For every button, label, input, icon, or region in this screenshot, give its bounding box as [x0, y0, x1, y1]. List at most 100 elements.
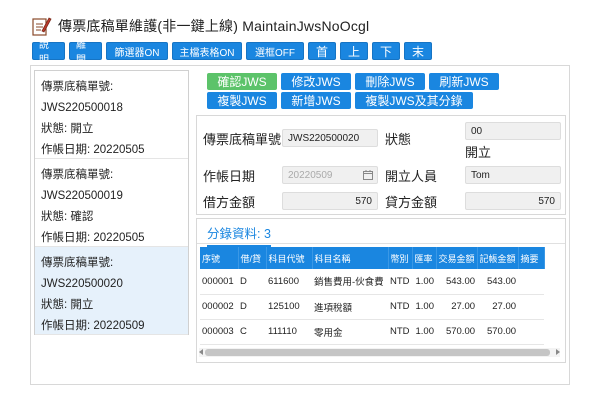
cell-dc: C	[238, 319, 266, 345]
cell-trade-amount: 570.00	[436, 319, 478, 345]
status-field-group: 00 開立	[465, 122, 561, 162]
scrollbar-thumb[interactable]	[205, 349, 550, 356]
edit-jws-button[interactable]: 修改JWS	[281, 73, 351, 90]
record-status: 狀態: 確認	[41, 211, 94, 223]
cell-book-amount: 570.00	[477, 319, 519, 345]
confirm-jws-button[interactable]: 確認JWS	[207, 73, 277, 90]
col-header-book-amount[interactable]: 記帳金額	[477, 247, 519, 269]
copy-jws-button[interactable]: 複製JWS	[207, 92, 277, 109]
post-date-value: 20220509	[288, 169, 333, 181]
creator-label: 開立人員	[385, 169, 438, 184]
next-record-button[interactable]: 下	[372, 42, 400, 60]
page-title: 傳票底稿單維護(非一鍵上線) MaintainJwsNoOcgl	[58, 18, 370, 34]
status-text: 開立	[465, 145, 492, 160]
record-no-label: 傳票底稿單號:	[41, 169, 114, 181]
table-row[interactable]: 000002 D 125100 進項稅額 NTD 1.00 27.00 27.0…	[200, 294, 545, 320]
last-record-button[interactable]: 末	[404, 42, 432, 60]
detail-panel: 分錄資料: 3 序號 借/貸 科目代號 科目名稱 幣別 匯率 交易金額 記帳金額…	[196, 218, 566, 363]
voucher-no-label: 傳票底稿單號	[203, 132, 282, 147]
entries-grid[interactable]: 序號 借/貸 科目代號 科目名稱 幣別 匯率 交易金額 記帳金額 摘要 0000…	[200, 247, 553, 358]
col-header-memo[interactable]: 摘要	[518, 247, 545, 269]
cell-currency: NTD	[388, 294, 412, 320]
debit-amount-field[interactable]: 570	[282, 192, 378, 210]
cell-rate: 1.00	[412, 294, 436, 320]
cell-memo	[518, 294, 545, 320]
cell-currency: NTD	[388, 269, 412, 295]
col-header-currency[interactable]: 幣別	[388, 247, 413, 269]
cell-book-amount: 543.00	[477, 269, 519, 295]
cell-dc: D	[238, 294, 266, 320]
cell-account-code: 611600	[266, 269, 312, 295]
record-no: JWS220500019	[41, 190, 123, 202]
cell-account-name: 進項稅額	[312, 294, 388, 320]
cell-trade-amount: 27.00	[436, 294, 478, 320]
record-item[interactable]: 傳票底稿單號: JWS220500019 狀態: 確認 作帳日期: 202205…	[35, 159, 188, 247]
col-header-account-name[interactable]: 科目名稱	[312, 247, 389, 269]
record-list[interactable]: 傳票底稿單號: JWS220500018 狀態: 開立 作帳日期: 202205…	[34, 70, 189, 335]
help-button[interactable]: 說明	[32, 40, 65, 66]
record-no: JWS220500018	[41, 102, 123, 114]
entries-table: 序號 借/貸 科目代號 科目名稱 幣別 匯率 交易金額 記帳金額 摘要 0000…	[200, 247, 545, 345]
scroll-left-icon[interactable]	[199, 349, 203, 355]
post-date-field[interactable]: 20220509	[282, 166, 378, 184]
table-row[interactable]: 000001 D 611600 銷售費用-伙食費 NTD 1.00 543.00…	[200, 269, 545, 295]
first-record-button[interactable]: 首	[308, 42, 336, 60]
cell-currency: NTD	[388, 319, 412, 345]
creator-field[interactable]: Tom	[465, 166, 561, 184]
col-header-dc[interactable]: 借/貸	[238, 247, 267, 269]
record-no: JWS220500020	[41, 278, 123, 290]
record-date: 作帳日期: 20220505	[41, 144, 145, 156]
refresh-jws-button[interactable]: 刷新JWS	[429, 73, 499, 90]
post-date-label: 作帳日期	[203, 169, 256, 184]
calendar-icon[interactable]	[363, 170, 373, 180]
action-bar: 確認JWS 修改JWS 刪除JWS 刷新JWS 複製JWS 新增JWS 複製JW…	[207, 73, 499, 111]
cell-trade-amount: 543.00	[436, 269, 478, 295]
cell-rate: 1.00	[412, 319, 436, 345]
debit-amount-label: 借方金額	[203, 195, 256, 210]
add-jws-button[interactable]: 新增JWS	[281, 92, 351, 109]
cell-account-name: 銷售費用-伙食費	[312, 269, 388, 295]
filter-toggle-button[interactable]: 篩選器ON	[106, 42, 168, 60]
status-label: 狀態	[385, 132, 412, 147]
voucher-no-field[interactable]: JWS220500020	[282, 129, 378, 147]
cell-seq: 000001	[200, 269, 238, 295]
scroll-right-icon[interactable]	[556, 349, 560, 355]
cell-seq: 000003	[200, 319, 238, 345]
col-header-trade-amount[interactable]: 交易金額	[436, 247, 478, 269]
credit-amount-label: 貸方金額	[385, 195, 438, 210]
delete-jws-button[interactable]: 刪除JWS	[355, 73, 425, 90]
previous-record-button[interactable]: 上	[340, 42, 368, 60]
table-row[interactable]: 000003 C 111110 零用金 NTD 1.00 570.00 570.…	[200, 319, 545, 345]
col-header-account-code[interactable]: 科目代號	[266, 247, 313, 269]
col-header-seq[interactable]: 序號	[200, 247, 239, 269]
cell-dc: D	[238, 269, 266, 295]
cell-account-code: 125100	[266, 294, 312, 320]
master-form: 傳票底稿單號 JWS220500020 狀態 00 開立 作帳日期 202205…	[196, 115, 566, 215]
cell-memo	[518, 319, 545, 345]
credit-amount-field[interactable]: 570	[465, 192, 561, 210]
record-item[interactable]: 傳票底稿單號: JWS220500018 狀態: 開立 作帳日期: 202205…	[35, 71, 188, 159]
cell-account-name: 零用金	[312, 319, 388, 345]
record-date: 作帳日期: 20220509	[41, 320, 145, 332]
cell-seq: 000002	[200, 294, 238, 320]
status-code-field[interactable]: 00	[465, 122, 561, 140]
exit-button[interactable]: 離開	[69, 40, 102, 66]
cell-account-code: 111110	[266, 319, 312, 345]
record-no-label: 傳票底稿單號:	[41, 81, 114, 93]
table-header-row: 序號 借/貸 科目代號 科目名稱 幣別 匯率 交易金額 記帳金額 摘要	[200, 247, 545, 269]
document-edit-icon	[32, 17, 52, 36]
master-table-toggle-button[interactable]: 主檔表格ON	[172, 42, 242, 60]
checkbox-toggle-button[interactable]: 選框OFF	[246, 42, 304, 60]
record-status: 狀態: 開立	[41, 123, 94, 135]
col-header-rate[interactable]: 匯率	[412, 247, 437, 269]
record-item-selected[interactable]: 傳票底稿單號: JWS220500020 狀態: 開立 作帳日期: 202205…	[35, 247, 188, 335]
cell-rate: 1.00	[412, 269, 436, 295]
cell-memo	[518, 269, 545, 295]
horizontal-scrollbar[interactable]	[199, 348, 560, 357]
tab-divider	[197, 243, 565, 244]
copy-jws-with-entries-button[interactable]: 複製JWS及其分錄	[355, 92, 473, 109]
record-status: 狀態: 開立	[41, 299, 94, 311]
record-no-label: 傳票底稿單號:	[41, 257, 114, 269]
toolbar: 說明 離開 篩選器ON 主檔表格ON 選框OFF 首 上 下 末	[32, 40, 432, 66]
cell-book-amount: 27.00	[477, 294, 519, 320]
